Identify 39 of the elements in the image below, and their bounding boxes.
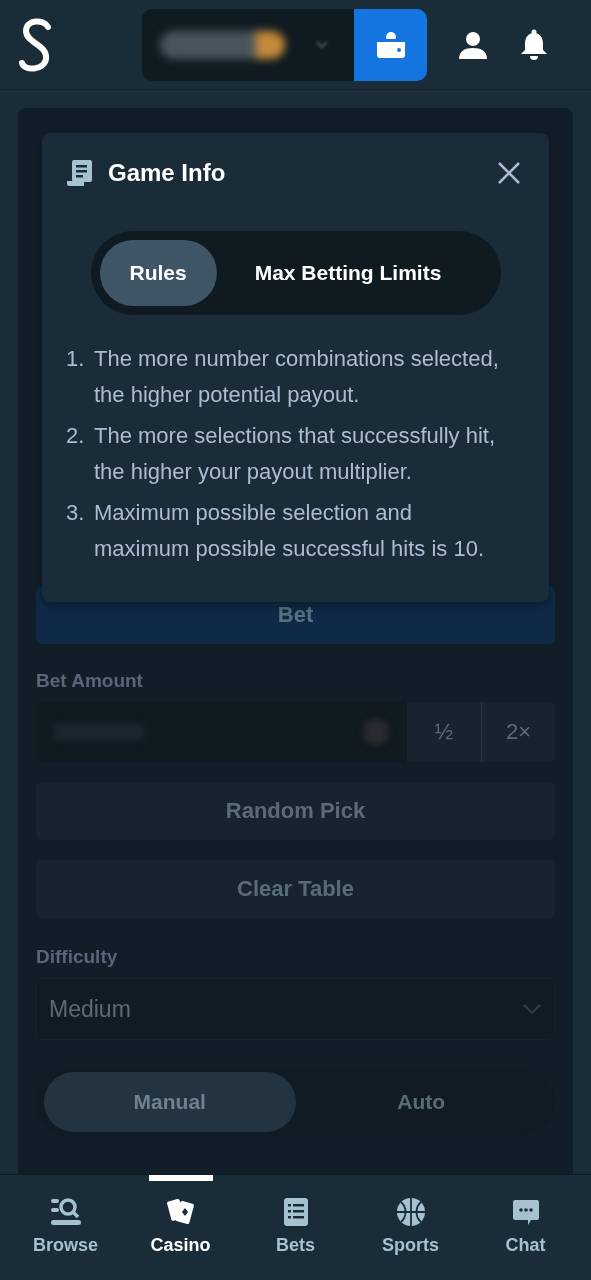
user-icon[interactable] xyxy=(458,29,488,60)
nav-item[interactable]: Sports xyxy=(360,1175,461,1280)
tab[interactable]: Max Betting Limits xyxy=(224,240,472,306)
chevron-down-icon xyxy=(315,39,329,50)
chat-icon xyxy=(511,1197,540,1227)
scroll-icon xyxy=(66,159,94,187)
close-icon[interactable] xyxy=(497,161,521,185)
double-button[interactable]: 2× xyxy=(481,702,555,762)
wallet-button[interactable] xyxy=(354,8,427,81)
list-number: 3. xyxy=(66,499,86,527)
bet-amount-label: Bet Amount xyxy=(36,670,144,692)
nav-item[interactable]: Browse xyxy=(15,1175,116,1280)
list-number: 2. xyxy=(66,422,86,450)
rule-text: The more selections that successfully hit, the higher your payout multiplier. xyxy=(94,422,497,486)
wallet-icon xyxy=(375,30,406,59)
rule-text: Maximum possible selection and maximum possible successful hits is 10. xyxy=(94,499,486,563)
rule-text: The more number combinations selected, the higher potential payout. xyxy=(94,345,500,409)
random-pick-button[interactable]: Random Pick xyxy=(36,782,555,840)
difficulty-label: Difficulty xyxy=(36,946,119,968)
clear-table-button[interactable]: Clear Table xyxy=(36,860,555,918)
half-button[interactable]: ½ xyxy=(407,702,481,762)
list-number: 1. xyxy=(66,345,86,373)
dialog-title: Game Info xyxy=(108,159,227,187)
difficulty-select[interactable]: Medium xyxy=(36,978,555,1040)
nav-item[interactable]: Bets xyxy=(245,1175,346,1280)
tab[interactable]: Rules xyxy=(99,240,217,306)
mode-tab[interactable]: Auto xyxy=(295,1072,547,1132)
mode-tab[interactable]: Manual xyxy=(44,1072,296,1132)
coin-icon xyxy=(363,719,389,745)
basketball-icon xyxy=(395,1197,426,1227)
notifications-icon[interactable] xyxy=(519,28,549,61)
bet-amount-field[interactable]: ½ 2× xyxy=(36,702,555,762)
nav-item[interactable]: Chat xyxy=(475,1175,576,1280)
search-list-icon xyxy=(49,1197,82,1227)
playing-cards-icon xyxy=(165,1197,196,1227)
chevron-down-icon xyxy=(522,1003,542,1015)
list-icon xyxy=(282,1197,309,1227)
nav-item[interactable]: Casino xyxy=(130,1175,231,1280)
balance-selector[interactable] xyxy=(142,8,354,81)
